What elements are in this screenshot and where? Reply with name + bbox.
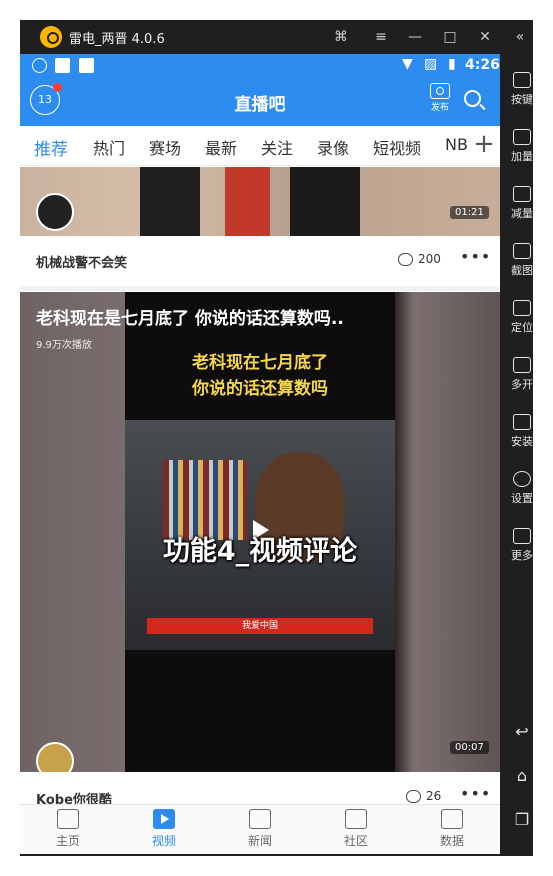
collapse-icon[interactable]: « xyxy=(509,26,531,48)
publish-button[interactable]: 发布 xyxy=(428,83,452,113)
notification-icon xyxy=(55,58,70,73)
news-icon xyxy=(249,809,271,829)
view-count: 9.9万次播放 xyxy=(36,340,92,351)
app-bar: 13 直播吧 发布 xyxy=(20,78,500,126)
multi-instance-icon xyxy=(513,357,531,373)
card-divider xyxy=(20,286,500,291)
gamepad-icon[interactable]: ⌘ xyxy=(330,26,352,48)
volume-up-icon xyxy=(513,129,531,145)
community-icon xyxy=(345,809,367,829)
video-banner: 我爱中国 xyxy=(147,618,373,634)
video-thumbnail[interactable]: 01:21 xyxy=(20,167,500,236)
add-tab-icon[interactable]: + xyxy=(468,130,500,160)
nav-data[interactable]: 数据 xyxy=(422,809,482,849)
media-play-icon xyxy=(32,58,47,73)
more-icon xyxy=(513,528,531,544)
bottom-navigation: 主页 视频 新闻 社区 数据 xyxy=(20,804,500,854)
tab-hot[interactable]: 热门 xyxy=(93,135,125,159)
close-icon[interactable]: ✕ xyxy=(474,26,496,48)
publish-label: 发布 xyxy=(430,103,449,113)
wifi-icon: ▼ xyxy=(402,56,413,72)
emulator-logo-icon xyxy=(40,26,62,48)
overlay-label: 功能4_视频评论 xyxy=(162,536,358,567)
screenshot-icon xyxy=(513,243,531,259)
sidebar-item-more[interactable]: 更多 xyxy=(508,528,536,563)
status-time: 4:26 xyxy=(465,57,500,73)
nav-video[interactable]: 视频 xyxy=(134,809,194,849)
search-icon[interactable] xyxy=(464,90,481,107)
no-sim-icon: ▨ xyxy=(424,56,438,72)
emulator-titlebar: 雷电_两晋 4.0.6 ⌘ ≡ — □ ✕ « xyxy=(20,20,533,54)
sidebar-item-location[interactable]: 定位 xyxy=(508,300,536,335)
comment-icon[interactable] xyxy=(406,790,421,803)
notification-icon xyxy=(79,58,94,73)
tab-arena[interactable]: 赛场 xyxy=(149,135,181,159)
android-screen: ▼ ▨ ▮ 4:26 13 直播吧 发布 推荐 热门 赛场 最新 关注 录像 短… xyxy=(20,54,500,854)
recents-icon[interactable]: ❐ xyxy=(508,810,536,829)
more-options-icon[interactable]: ••• xyxy=(460,247,491,266)
comment-count: 26 xyxy=(426,789,442,803)
thumbnail-figure xyxy=(140,167,200,236)
card-meta: 机械战警不会笑 200 ••• xyxy=(20,236,500,286)
menu-icon[interactable]: ≡ xyxy=(370,26,392,48)
sidebar-item-settings[interactable]: 设置 xyxy=(508,471,536,506)
nav-news[interactable]: 新闻 xyxy=(230,809,290,849)
home-icon[interactable]: ⌂ xyxy=(508,766,536,785)
card-meta: Kobe你很酷 26 ••• xyxy=(20,772,500,808)
minimize-icon[interactable]: — xyxy=(404,26,426,48)
sidebar-item-volume-down[interactable]: 减量 xyxy=(508,186,536,221)
sidebar-item-volume-up[interactable]: 加量 xyxy=(508,129,536,164)
maximize-icon[interactable]: □ xyxy=(439,26,461,48)
tab-short-video[interactable]: 短视频 xyxy=(373,135,421,159)
more-options-icon[interactable]: ••• xyxy=(460,784,491,803)
video-caption-line: 你说的话还算数吗 xyxy=(192,379,328,399)
tab-latest[interactable]: 最新 xyxy=(205,135,237,159)
sidebar-item-screenshot[interactable]: 截图 xyxy=(508,243,536,278)
tab-nba[interactable]: NB xyxy=(445,135,468,154)
video-title: 老科现在是七月底了 你说的话还算数吗.. xyxy=(36,309,344,329)
status-bar: ▼ ▨ ▮ 4:26 xyxy=(20,54,500,78)
battery-icon: ▮ xyxy=(448,56,456,72)
emulator-title: 雷电_两晋 4.0.6 xyxy=(69,32,165,47)
tab-following[interactable]: 关注 xyxy=(261,135,293,159)
bookshelf xyxy=(163,460,247,540)
video-duration: 01:21 xyxy=(450,206,489,219)
keyboard-icon xyxy=(513,72,531,88)
uploader-name[interactable]: 机械战警不会笑 xyxy=(36,252,127,271)
emulator-sidebar: 按键 加量 减量 截图 定位 多开 安装 设置 更多 ↩ ⌂ ❐ xyxy=(500,54,533,856)
sidebar-item-keymap[interactable]: 按键 xyxy=(508,72,536,107)
tab-replays[interactable]: 录像 xyxy=(317,135,349,159)
video-caption-line: 老科现在七月底了 xyxy=(192,353,328,373)
category-tabs: 推荐 热门 赛场 最新 关注 录像 短视频 NB + xyxy=(20,126,500,166)
volume-down-icon xyxy=(513,186,531,202)
video-duration: 00:07 xyxy=(450,741,489,754)
video-icon xyxy=(153,809,175,829)
thumbnail-figure xyxy=(225,167,270,236)
uploader-avatar[interactable] xyxy=(36,193,74,231)
comment-count: 200 xyxy=(418,252,441,266)
sidebar-item-install[interactable]: 安装 xyxy=(508,414,536,449)
emulator-bottom-border xyxy=(20,854,533,856)
camera-icon xyxy=(430,83,450,99)
nav-community[interactable]: 社区 xyxy=(326,809,386,849)
sidebar-item-multi-instance[interactable]: 多开 xyxy=(508,357,536,392)
comment-icon[interactable] xyxy=(398,253,413,266)
install-icon xyxy=(513,414,531,430)
location-icon xyxy=(513,300,531,316)
emulator-window: 雷电_两晋 4.0.6 ⌘ ≡ — □ ✕ « 按键 加量 减量 截图 定位 多… xyxy=(0,0,553,876)
video-player[interactable]: 老科现在七月底了 你说的话还算数吗 我爱中国 老科现在是七月底了 你说的话还算数… xyxy=(20,292,500,772)
data-icon xyxy=(441,809,463,829)
back-icon[interactable]: ↩ xyxy=(508,722,536,741)
home-icon xyxy=(57,809,79,829)
uploader-avatar[interactable] xyxy=(36,742,74,772)
nav-home[interactable]: 主页 xyxy=(38,809,98,849)
settings-icon xyxy=(513,471,531,487)
thumbnail-figure xyxy=(290,167,360,236)
tab-recommend[interactable]: 推荐 xyxy=(34,135,68,160)
